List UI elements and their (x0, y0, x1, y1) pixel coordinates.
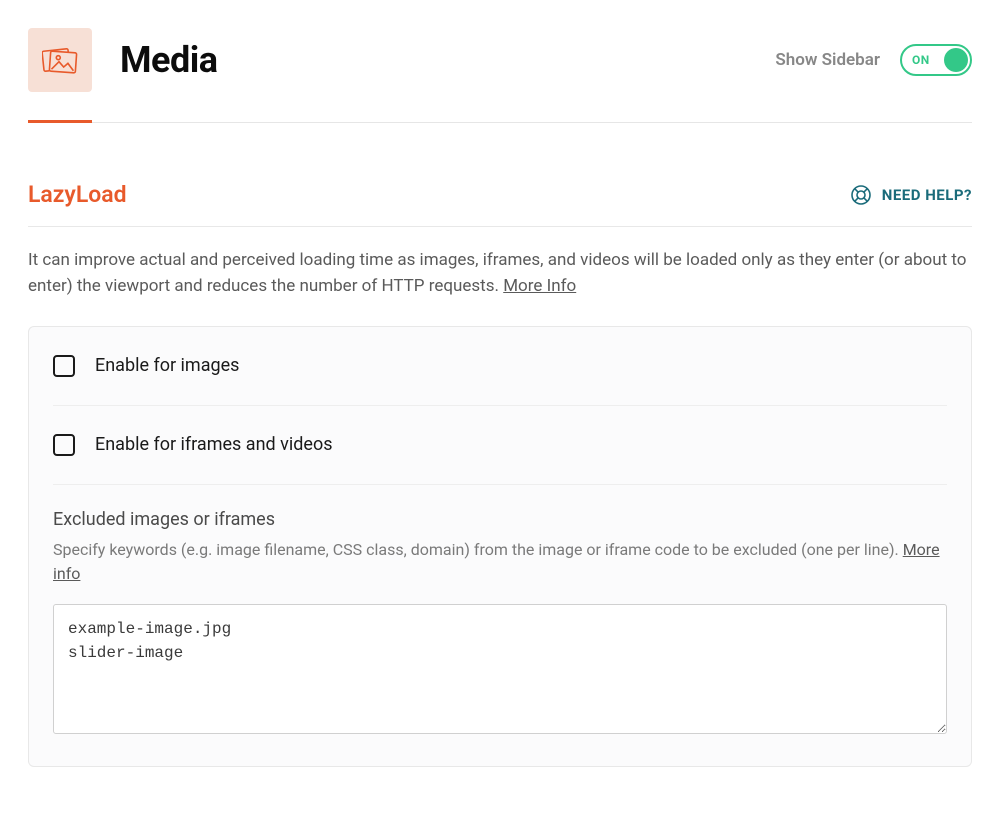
option-enable-iframes: Enable for iframes and videos (53, 406, 947, 485)
checkbox-enable-images[interactable] (53, 355, 75, 377)
option-enable-images: Enable for images (53, 327, 947, 406)
lifebuoy-icon (850, 184, 872, 206)
section-title: LazyLoad (28, 181, 127, 208)
show-sidebar-label: Show Sidebar (775, 50, 880, 70)
options-card: Enable for images Enable for iframes and… (28, 326, 972, 767)
page-header: Media Show Sidebar ON (28, 28, 972, 122)
media-icon-box (28, 28, 92, 92)
tab-indicator (28, 122, 972, 123)
checkbox-enable-iframes[interactable] (53, 434, 75, 456)
lazyload-section: LazyLoad NEED HELP? It can improve actua… (28, 181, 972, 767)
label-enable-images: Enable for images (95, 355, 239, 376)
excluded-section: Excluded images or iframes Specify keywo… (53, 485, 947, 766)
toggle-on-label: ON (912, 53, 930, 67)
section-header: LazyLoad NEED HELP? (28, 181, 972, 227)
section-description: It can improve actual and perceived load… (28, 247, 972, 300)
need-help-link[interactable]: NEED HELP? (850, 184, 972, 206)
more-info-link[interactable]: More Info (503, 276, 576, 296)
excluded-keywords-input[interactable] (53, 604, 947, 734)
need-help-text: NEED HELP? (882, 186, 972, 204)
header-left: Media (28, 28, 218, 92)
header-right: Show Sidebar ON (775, 44, 972, 76)
excluded-description: Specify keywords (e.g. image filename, C… (53, 538, 947, 586)
excluded-textarea-wrap (53, 604, 947, 738)
excluded-title: Excluded images or iframes (53, 509, 947, 530)
sidebar-toggle[interactable]: ON (900, 44, 972, 76)
page-title: Media (120, 39, 218, 81)
label-enable-iframes: Enable for iframes and videos (95, 434, 333, 455)
excluded-description-text: Specify keywords (e.g. image filename, C… (53, 540, 903, 559)
media-images-icon (42, 44, 78, 76)
description-text: It can improve actual and perceived load… (28, 250, 966, 296)
toggle-knob (944, 48, 968, 72)
